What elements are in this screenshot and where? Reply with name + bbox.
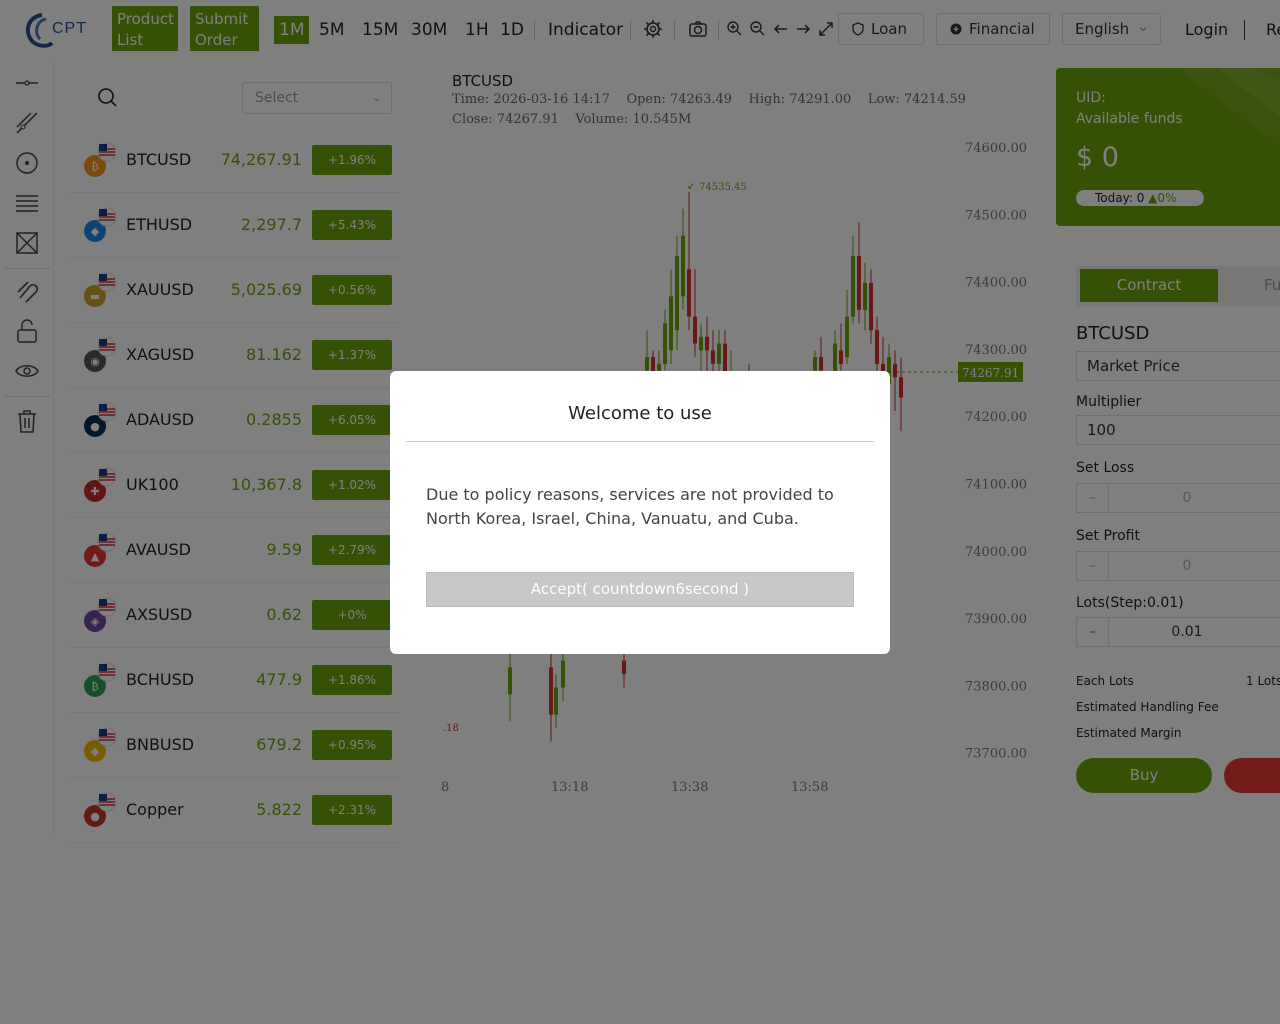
welcome-dialog: Welcome to use Due to policy reasons, se…: [390, 371, 890, 654]
dialog-divider: [406, 441, 874, 442]
dialog-message: Due to policy reasons, services are not …: [426, 485, 834, 528]
dialog-title: Welcome to use: [568, 403, 712, 424]
accept-button[interactable]: Accept( countdown6second ): [426, 572, 854, 607]
